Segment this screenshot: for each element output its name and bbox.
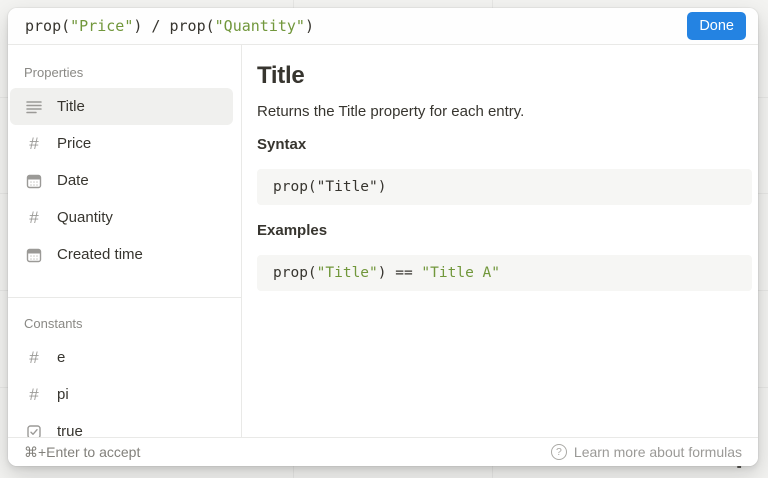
popup-body: Properties Title # Price Date # Quantity bbox=[8, 45, 758, 437]
syntax-code-block: prop("Title") bbox=[257, 169, 752, 205]
learn-more-link[interactable]: ? Learn more about formulas bbox=[550, 444, 742, 460]
sidebar-item-label: Created time bbox=[57, 246, 143, 263]
checkbox-icon bbox=[24, 424, 44, 437]
number-hash-icon: # bbox=[29, 208, 39, 227]
code-token-plain: ) / prop( bbox=[133, 17, 215, 35]
number-hash-icon: # bbox=[29, 385, 39, 404]
number-hash-icon: # bbox=[29, 348, 39, 367]
example-code-block: prop("Title") == "Title A" bbox=[257, 255, 752, 291]
code-token-plain: prop("Title") bbox=[273, 179, 387, 195]
code-token-plain: prop( bbox=[25, 17, 71, 35]
sidebar-item-created-time[interactable]: Created time bbox=[10, 236, 233, 273]
code-token-string: "Price" bbox=[70, 17, 134, 35]
formula-editor-popup: prop("Price") / prop("Quantity") Done Pr… bbox=[8, 8, 758, 466]
section-label-constants: Constants bbox=[24, 316, 83, 331]
sidebar-item-label: pi bbox=[57, 386, 69, 403]
accept-hint: ⌘+Enter to accept bbox=[24, 443, 141, 460]
section-label-properties: Properties bbox=[24, 65, 84, 80]
code-token-plain: ) == bbox=[377, 265, 422, 281]
learn-more-label: Learn more about formulas bbox=[573, 444, 742, 460]
sidebar: Properties Title # Price Date # Quantity bbox=[8, 45, 242, 437]
sidebar-item-true[interactable]: true bbox=[10, 413, 233, 437]
sidebar-item-label: Price bbox=[57, 135, 92, 152]
sidebar-item-label: Title bbox=[57, 98, 85, 115]
footer-bar: ⌘+Enter to accept ? Learn more about for… bbox=[8, 437, 758, 466]
syntax-heading: Syntax bbox=[257, 136, 307, 153]
sidebar-item-label: e bbox=[57, 349, 66, 366]
sidebar-item-price[interactable]: # Price bbox=[10, 125, 233, 162]
doc-panel: Title Returns the Title property for eac… bbox=[242, 45, 758, 437]
sidebar-item-pi[interactable]: # pi bbox=[10, 376, 233, 413]
sidebar-item-title[interactable]: Title bbox=[10, 88, 233, 125]
sidebar-item-label: Date bbox=[57, 172, 89, 189]
doc-description: Returns the Title property for each entr… bbox=[257, 103, 525, 120]
calendar-icon bbox=[24, 173, 44, 189]
code-token-string: "Title A" bbox=[421, 265, 500, 281]
sidebar-item-label: Quantity bbox=[57, 209, 113, 226]
sidebar-item-label: true bbox=[57, 423, 83, 437]
done-button[interactable]: Done bbox=[687, 12, 746, 40]
code-token-string: "Quantity" bbox=[214, 17, 305, 35]
text-icon bbox=[24, 98, 44, 116]
examples-heading: Examples bbox=[257, 222, 328, 239]
number-hash-icon: # bbox=[29, 134, 39, 153]
calendar-icon bbox=[24, 247, 44, 263]
sidebar-divider bbox=[8, 297, 241, 298]
formula-input[interactable]: prop("Price") / prop("Quantity") bbox=[25, 17, 687, 35]
code-token-plain: ) bbox=[304, 17, 314, 35]
code-token-plain: prop( bbox=[273, 265, 317, 281]
code-token-string: "Title" bbox=[316, 265, 378, 281]
sidebar-item-quantity[interactable]: # Quantity bbox=[10, 199, 233, 236]
formula-bar: prop("Price") / prop("Quantity") Done bbox=[8, 8, 758, 45]
question-circle-icon: ? bbox=[550, 444, 567, 460]
sidebar-item-e[interactable]: # e bbox=[10, 339, 233, 376]
sidebar-item-date[interactable]: Date bbox=[10, 162, 233, 199]
doc-title: Title bbox=[257, 62, 305, 89]
